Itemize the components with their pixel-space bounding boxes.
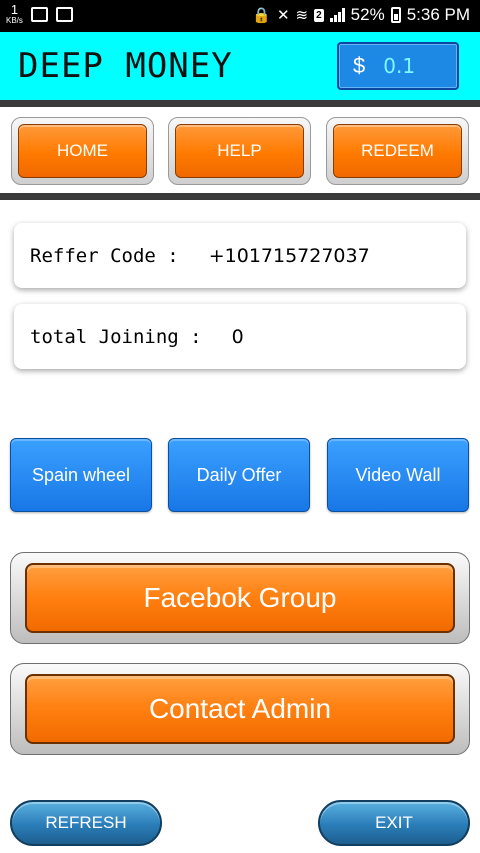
network-speed-unit: KB/s [6,16,23,25]
help-button[interactable]: HELP [168,117,311,185]
app-title: DEEP MONEY [18,46,233,86]
exit-button[interactable]: EXIT [318,800,470,846]
clock: 5:36 PM [406,5,470,24]
status-left: 1 KB/s [6,3,73,25]
total-joining-value: 0 [231,325,244,348]
network-speed: 1 KB/s [6,3,23,25]
total-joining-label: total Joining : [30,325,202,348]
redeem-button-label: REDEEM [333,124,462,178]
activity-icon [55,6,73,22]
battery-icon [390,7,401,23]
home-button-label: HOME [18,124,147,178]
mute-icon: ✕ [276,7,290,24]
video-wall-button[interactable]: Video Wall [327,438,469,512]
gallery-icon [30,6,48,22]
wifi-icon: ≋ [295,7,309,24]
redeem-button[interactable]: REDEEM [326,117,469,185]
lock-icon: 🔒 [252,7,271,24]
refresh-button[interactable]: REFRESH [10,800,162,846]
spin-wheel-button[interactable]: Spain wheel [10,438,152,512]
balance-value: 0.1 [383,54,416,78]
contact-admin-label: Contact Admin [25,674,455,744]
battery-percent: 52% [350,5,385,24]
sim-slot-badge: 2 [314,8,324,22]
app-header: DEEP MONEY $ 0.1 [0,32,480,100]
facebook-group-label: Facebok Group [25,563,455,633]
status-right: 🔒 ✕ ≋ 2 52% 5:36 PM [252,5,470,25]
daily-offer-button[interactable]: Daily Offer [168,438,310,512]
top-divider [0,100,480,107]
refer-code-card: Reffer Code : +101715727037 [14,223,466,288]
contact-admin-button[interactable]: Contact Admin [10,663,470,755]
currency-symbol: $ [353,53,366,78]
balance-display[interactable]: $ 0.1 [337,42,459,90]
signal-icon [329,8,345,22]
status-bar: 1 KB/s 🔒 ✕ ≋ 2 52% 5:36 PM [0,0,480,32]
refer-code-label: Reffer Code : [30,244,179,267]
refer-code-value: +101715727037 [208,244,370,267]
network-speed-value: 1 [10,2,19,17]
help-button-label: HELP [175,124,304,178]
total-joining-card: total Joining : 0 [14,304,466,369]
home-button[interactable]: HOME [11,117,154,185]
nav-divider [0,193,480,200]
facebook-group-button[interactable]: Facebok Group [10,552,470,644]
